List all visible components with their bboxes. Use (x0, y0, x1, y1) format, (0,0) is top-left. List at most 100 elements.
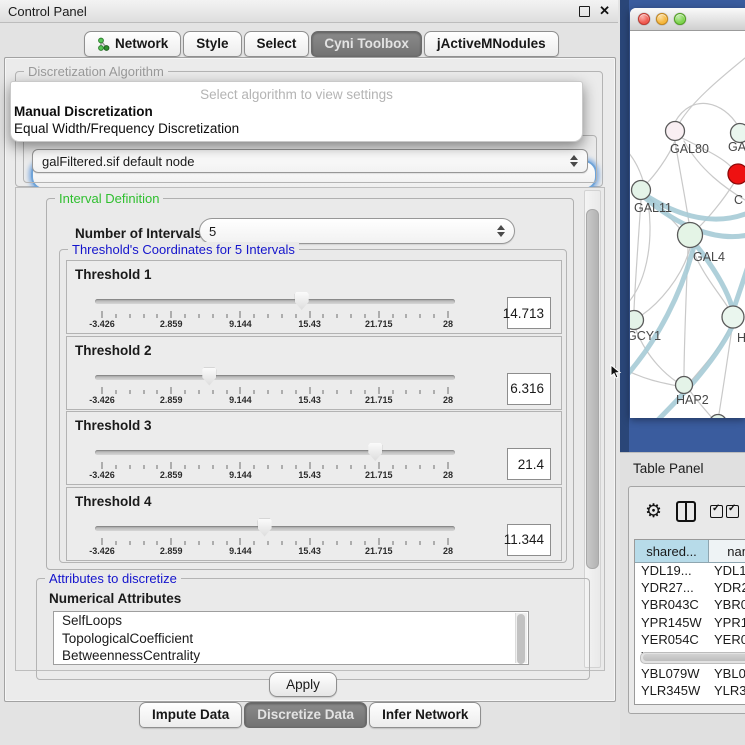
hscrollbar-thumb[interactable] (643, 654, 745, 661)
panel-title: Control Panel (8, 4, 87, 19)
tick-label: -3.426 (89, 395, 115, 405)
close-traffic-light-icon[interactable] (638, 13, 650, 25)
table-row[interactable]: YDR27...YDR27... (635, 580, 745, 597)
tab-network[interactable]: Network (84, 31, 181, 57)
slider-thumb[interactable] (295, 292, 309, 310)
tick-label: 15.43 (298, 546, 321, 556)
close-icon[interactable]: ✕ (599, 3, 610, 19)
tab-style[interactable]: Style (183, 31, 241, 57)
threshold-value-field[interactable]: 6.316 (507, 373, 551, 405)
network-node[interactable] (710, 415, 727, 419)
slider-track[interactable] (95, 299, 455, 304)
table-row[interactable]: YPR145WYPR145W (635, 615, 745, 632)
numerical-attributes-list[interactable]: SelfLoopsTopologicalCoefficientBetweenne… (53, 611, 529, 665)
tick-label: 21.715 (365, 546, 393, 556)
scrollbar-thumb[interactable] (586, 209, 599, 569)
network-edge (691, 327, 730, 381)
slider-thumb[interactable] (368, 443, 382, 461)
dropdown-item-equal-width-frequency[interactable]: Equal Width/Frequency Discretization (14, 121, 239, 136)
table-data-value: galFiltered.sif default node (42, 154, 194, 169)
network-node-gal4[interactable] (678, 223, 703, 248)
table-row[interactable]: YIL052CYIL052C (635, 701, 745, 706)
settings-scroll-area: Interval Definition Number of Intervals … (15, 187, 605, 671)
dropdown-prompt: Select algorithm to view settings (11, 87, 582, 102)
slider-track[interactable] (95, 375, 455, 380)
threshold-slider[interactable]: -3.4262.8599.14415.4321.71528 (95, 442, 455, 478)
table-toolbar: ⚙ (629, 487, 745, 535)
node-label: GAL11 (634, 201, 672, 215)
tick-label: -3.426 (89, 546, 115, 556)
network-node-gal11[interactable] (632, 181, 651, 200)
float-window-icon[interactable] (579, 6, 590, 17)
table-row[interactable]: YBR043CYBR043C (635, 597, 745, 614)
network-node-h[interactable] (722, 306, 744, 328)
threshold-slider[interactable]: -3.4262.8599.14415.4321.71528 (95, 291, 455, 327)
tab-select[interactable]: Select (244, 31, 310, 57)
tab-impute-data[interactable]: Impute Data (139, 702, 242, 728)
tab-cyni-toolbox[interactable]: Cyni Toolbox (311, 31, 422, 57)
node-table[interactable]: shared... name YDL19...YDL19...YDR27...Y… (634, 539, 745, 705)
cell-name: YLR345W (708, 683, 745, 700)
column-header-shared-name[interactable]: shared... (635, 540, 709, 562)
cell-name: YDR27... (708, 580, 745, 597)
threshold-value-field[interactable]: 21.4 (507, 448, 551, 480)
control-panel-titlebar: Control Panel ✕ (0, 0, 618, 23)
cell-shared-name: YLR345W (635, 683, 708, 700)
cell-shared-name: YDL19... (635, 563, 708, 580)
tab-jactivemnodules[interactable]: jActiveMNodules (424, 31, 559, 57)
table-row[interactable]: YER054CYER054C (635, 632, 745, 649)
cell-shared-name: YIL052C (635, 701, 708, 706)
tick-label: 28 (443, 470, 453, 480)
network-node-c[interactable] (728, 164, 745, 184)
attribute-list-item[interactable]: BetweennessCentrality (54, 647, 528, 665)
threshold-card-4: Threshold 4-3.4262.8599.14415.4321.71528… (66, 487, 562, 561)
network-node-gcy1[interactable] (630, 311, 644, 330)
slider-track[interactable] (95, 526, 455, 531)
network-canvas[interactable]: GAL80GACGAL11GAL4GCY1HHAP2 (630, 30, 745, 418)
tick-label: 9.144 (229, 546, 252, 556)
threshold-slider[interactable]: -3.4262.8599.14415.4321.71528 (95, 367, 455, 403)
slider-ticks (102, 311, 448, 318)
column-header-name[interactable]: name (709, 540, 745, 562)
tab-label: Network (115, 36, 168, 51)
attribute-list-item[interactable]: TopologicalCoefficient (54, 630, 528, 648)
table-row[interactable]: YDL19...YDL19... (635, 563, 745, 580)
tab-infer-network[interactable]: Infer Network (369, 702, 481, 728)
slider-track[interactable] (95, 450, 455, 455)
zoom-traffic-light-icon[interactable] (674, 13, 686, 25)
cell-shared-name: YPR145W (635, 615, 708, 632)
slider-thumb[interactable] (202, 368, 216, 386)
tab-discretize-data[interactable]: Discretize Data (244, 702, 367, 728)
dropdown-item-manual-discretization[interactable]: Manual Discretization (14, 104, 153, 119)
node-label: GCY1 (630, 329, 661, 343)
threshold-slider[interactable]: -3.4262.8599.14415.4321.71528 (95, 518, 455, 554)
tab-label: Impute Data (152, 707, 229, 722)
table-horizontal-scrollbar[interactable] (640, 652, 745, 664)
thresholds-group: Threshold's Coordinates for 5 Intervals … (59, 249, 567, 563)
tick-label: 2.859 (160, 470, 183, 480)
split-view-icon[interactable] (676, 501, 696, 522)
slider-thumb[interactable] (258, 519, 272, 537)
tick-label: 28 (443, 546, 453, 556)
list-scrollbar[interactable] (515, 613, 527, 663)
table-panel-title: Table Panel (633, 461, 704, 476)
network-icon (97, 37, 110, 51)
threshold-value-field[interactable]: 14.713 (507, 297, 551, 329)
number-of-intervals-label: Number of Intervals (75, 226, 202, 241)
threshold-label: Threshold 1 (75, 267, 152, 282)
apply-button[interactable]: Apply (269, 672, 337, 697)
attribute-list-item[interactable]: SelfLoops (54, 612, 528, 630)
table-row[interactable]: YBL079WYBL079W (635, 666, 745, 683)
network-node-gal80[interactable] (666, 122, 685, 141)
network-node-hap2[interactable] (676, 377, 693, 394)
gear-icon[interactable]: ⚙ (645, 502, 662, 521)
number-of-intervals-select[interactable]: 5 (199, 218, 515, 244)
network-view-window[interactable]: GAL80GACGAL11GAL4GCY1HHAP2 (630, 8, 745, 418)
threshold-value-field[interactable]: 11.344 (507, 524, 551, 556)
table-data-select[interactable]: galFiltered.sif default node (32, 149, 588, 173)
checkbox-icon[interactable] (710, 505, 723, 518)
checkbox-icon[interactable] (726, 505, 739, 518)
minimize-traffic-light-icon[interactable] (656, 13, 668, 25)
table-row[interactable]: YLR345WYLR345W (635, 683, 745, 700)
cell-name: YBR043C (708, 597, 745, 614)
